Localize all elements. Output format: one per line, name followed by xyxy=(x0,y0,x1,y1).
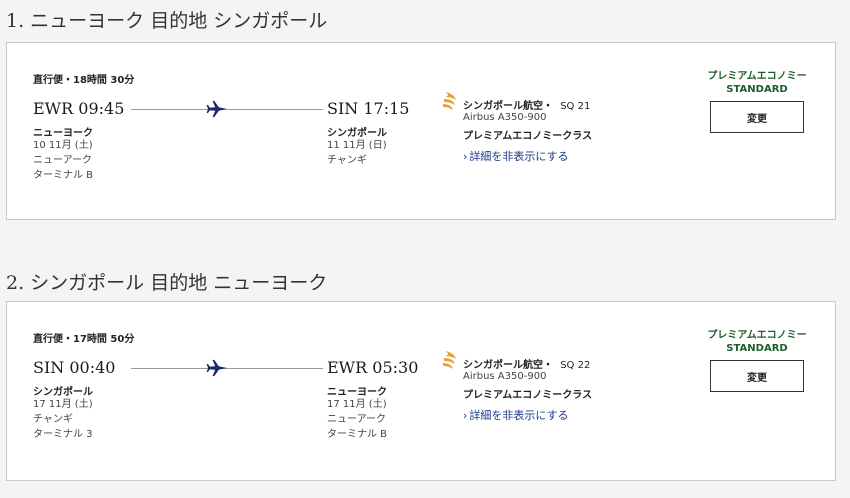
flight-card: 直行便・18時間 30分 EWR 09:45 SIN 17:15 ニューヨーク … xyxy=(6,42,836,220)
departure-info: 17 11月 (土) チャンギ ターミナル 3 xyxy=(33,397,93,442)
hide-details-link[interactable]: › 詳細を非表示にする xyxy=(463,148,569,164)
segment-heading: 1. ニューヨーク 目的地 シンガポール xyxy=(6,10,328,32)
arrival-airport: ニューアーク xyxy=(327,414,386,425)
fare-name: プレミアムエコノミー xyxy=(707,330,807,341)
arrival-code-time: EWR 05:30 xyxy=(327,358,419,377)
flight-card: 直行便・17時間 50分 SIN 00:40 EWR 05:30 シンガポール … xyxy=(6,301,836,481)
departure-code-time: SIN 00:40 xyxy=(33,358,116,377)
flight-number: SQ 21 xyxy=(560,101,591,112)
change-button[interactable]: 変更 xyxy=(710,101,804,133)
arrival-city: シンガポール xyxy=(327,128,387,139)
departure-date: 10 11月 (土) xyxy=(33,140,93,151)
singapore-airlines-logo xyxy=(443,92,456,110)
fare-name: プレミアムエコノミー xyxy=(707,71,807,82)
arrival-info: 17 11月 (土) ニューアーク ターミナル B xyxy=(327,397,387,442)
departure-terminal: ターミナル B xyxy=(33,170,94,181)
fare-class: プレミアムエコノミー STANDARD xyxy=(697,329,817,355)
flight-duration: 直行便・17時間 50分 xyxy=(33,334,135,345)
aircraft-type: Airbus A350-900 xyxy=(463,112,547,123)
arrival-date: 11 11月 (日) xyxy=(327,140,387,151)
aircraft-type: Airbus A350-900 xyxy=(463,371,547,382)
cabin-class: プレミアムエコノミークラス xyxy=(463,390,593,401)
departure-city: ニューヨーク xyxy=(33,128,93,139)
departure-airport: チャンギ xyxy=(33,414,73,425)
arrival-airport: チャンギ xyxy=(327,155,367,166)
hide-details-link[interactable]: › 詳細を非表示にする xyxy=(463,407,569,423)
arrival-info: 11 11月 (日) チャンギ xyxy=(327,138,387,168)
departure-airport: ニューアーク xyxy=(33,155,92,166)
airline-name: シンガポール航空・ xyxy=(463,360,553,371)
departure-city: シンガポール xyxy=(33,387,93,398)
airline-name: シンガポール航空・ xyxy=(463,101,553,112)
fare-class: プレミアムエコノミー STANDARD xyxy=(697,70,817,96)
departure-terminal: ターミナル 3 xyxy=(33,429,93,440)
hide-details-label: 詳細を非表示にする xyxy=(469,409,569,422)
change-button[interactable]: 変更 xyxy=(710,360,804,392)
hide-details-label: 詳細を非表示にする xyxy=(469,150,569,163)
arrival-code-time: SIN 17:15 xyxy=(327,99,410,118)
arrival-terminal: ターミナル B xyxy=(327,429,388,440)
singapore-airlines-logo xyxy=(443,351,456,369)
airline-line: シンガポール航空・ SQ 21 xyxy=(463,97,590,112)
cabin-class: プレミアムエコノミークラス xyxy=(463,131,593,142)
airplane-icon xyxy=(206,359,227,377)
departure-code-time: EWR 09:45 xyxy=(33,99,125,118)
airline-line: シンガポール航空・ SQ 22 xyxy=(463,356,590,371)
fare-type: STANDARD xyxy=(726,343,788,354)
arrival-city: ニューヨーク xyxy=(327,387,387,398)
chevron-right-icon: › xyxy=(463,409,468,422)
chevron-right-icon: › xyxy=(463,150,468,163)
departure-info: 10 11月 (土) ニューアーク ターミナル B xyxy=(33,138,93,183)
flight-duration: 直行便・18時間 30分 xyxy=(33,75,135,86)
departure-date: 17 11月 (土) xyxy=(33,399,93,410)
flight-number: SQ 22 xyxy=(560,360,591,371)
arrival-date: 17 11月 (土) xyxy=(327,399,387,410)
fare-type: STANDARD xyxy=(726,84,788,95)
airplane-icon xyxy=(206,100,227,118)
segment-heading: 2. シンガポール 目的地 ニューヨーク xyxy=(6,272,328,294)
